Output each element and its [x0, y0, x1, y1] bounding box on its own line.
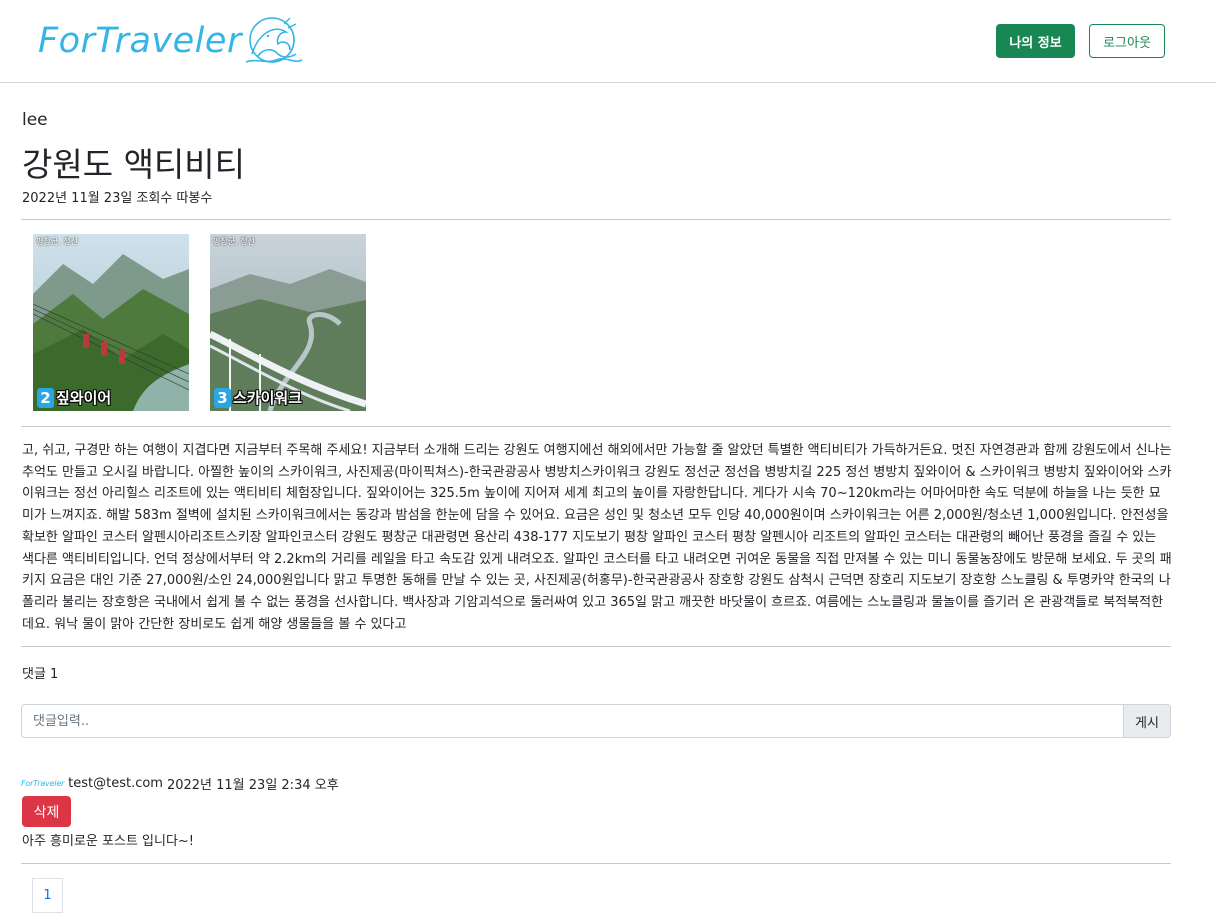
- photo-location-tag: 평창군, 정선: [213, 237, 255, 246]
- post-title: 강원도 액티비티: [22, 145, 246, 184]
- site-logo[interactable]: ForTraveler: [38, 14, 304, 68]
- skywalk-photo-image: [210, 234, 366, 411]
- divider: [21, 426, 1171, 427]
- delete-comment-button[interactable]: 삭제: [22, 796, 71, 827]
- photo-location-tag: 평창군, 정선: [36, 237, 78, 246]
- comment-header: ForTraveler test@test.com 2022년 11월 23일 …: [21, 774, 339, 793]
- photo-caption-text: 짚와이어: [56, 389, 112, 407]
- photo-caption: 2 짚와이어: [37, 387, 111, 408]
- comment-text: 아주 흥미로운 포스트 입니다~!: [22, 834, 195, 849]
- comment-input[interactable]: [21, 704, 1124, 738]
- post-author: lee: [22, 110, 48, 130]
- photo-caption: 3 스카이워크: [214, 387, 302, 408]
- post-photo-skywalk[interactable]: 평창군, 정선 3 스카이워크: [210, 234, 366, 411]
- divider: [21, 863, 1171, 864]
- divider: [21, 219, 1171, 220]
- divider: [21, 646, 1171, 647]
- logo-text: ForTraveler: [38, 21, 242, 61]
- avatar: ForTraveler: [21, 779, 65, 788]
- zipwire-photo-image: [33, 234, 189, 411]
- photo-number-badge: 2: [37, 387, 54, 408]
- comment-count: 댓글 1: [22, 667, 59, 682]
- pagination-page-1[interactable]: 1: [32, 878, 63, 913]
- my-info-button[interactable]: 나의 정보: [996, 24, 1075, 58]
- photo-number-badge: 3: [214, 387, 231, 408]
- post-body: 고, 쉬고, 구경만 하는 여행이 지겹다면 지금부터 주목해 주세요! 지금부…: [22, 443, 1172, 632]
- comment-user: test@test.com: [68, 776, 163, 791]
- wave-logo-icon: [245, 17, 303, 63]
- photo-caption-text: 스카이워크: [233, 389, 303, 407]
- logout-button[interactable]: 로그아웃: [1089, 24, 1165, 58]
- post-meta: 2022년 11월 23일 조회수 따봉수: [22, 191, 213, 206]
- top-header: ForTraveler 나의 정보 로그아웃: [0, 0, 1216, 83]
- comment-date: 2022년 11월 23일 2:34 오후: [166, 778, 339, 793]
- post-comment-button[interactable]: 게시: [1123, 704, 1171, 738]
- post-photo-zipwire[interactable]: 평창군, 정선 2 짚와이어: [33, 234, 189, 411]
